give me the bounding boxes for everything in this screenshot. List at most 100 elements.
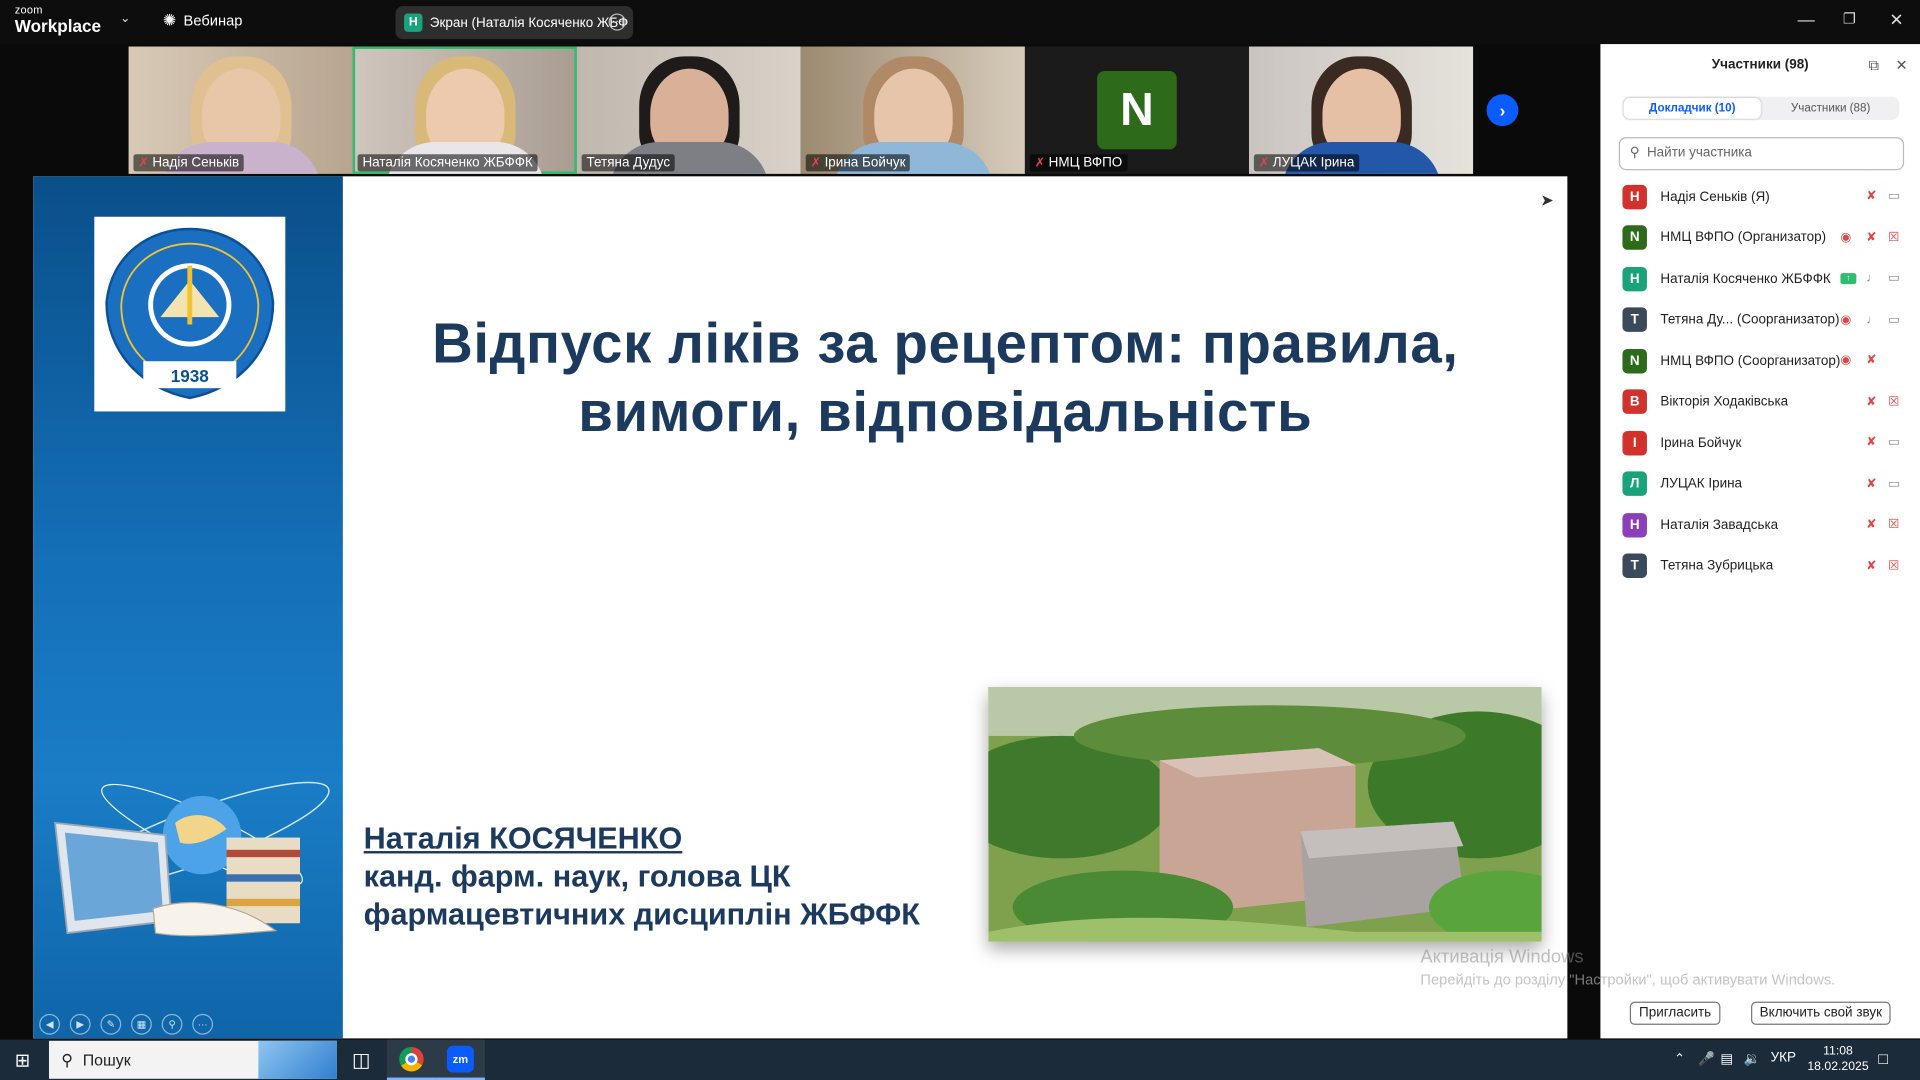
taskbar-search[interactable]: ⚲ Пошук (48, 1040, 337, 1079)
tile-name-tag: Тетяна Дудус (581, 154, 675, 172)
screen-share-tab[interactable]: Н Экран (Наталія Косяченко ЖБФ ··· (395, 6, 634, 40)
webinar-menu[interactable]: ✺ Вебинар (163, 11, 243, 31)
participant-row[interactable]: N НМЦ ВФПО (Соорганизатор) ◉ ✘ (1600, 340, 1920, 381)
participant-row[interactable]: Н Наталія Завадська ✘ ☒ (1600, 504, 1920, 545)
close-panel-icon[interactable]: ✕ (1896, 56, 1908, 73)
next-slide-icon[interactable]: ▶ (69, 1013, 91, 1035)
clock-time: 11:08 (1823, 1044, 1853, 1058)
network-icon[interactable]: ▤ (1720, 1051, 1733, 1067)
zoom-slide-icon[interactable]: ⚲ (161, 1013, 183, 1035)
chevron-right-icon: › (1499, 100, 1506, 121)
mic-icon[interactable]: ♩ (1866, 313, 1878, 326)
mic-muted-icon[interactable]: ✘ (1866, 190, 1876, 203)
tile-name-tag: ✗ Ірина Бойчук (805, 154, 911, 172)
college-building-photo (988, 686, 1542, 942)
focus-mode-icon: ◉ (1840, 313, 1852, 327)
video-icon[interactable]: ▭ (1888, 190, 1900, 203)
chrome-app[interactable] (386, 1039, 436, 1080)
participant-avatar: Н (1622, 266, 1647, 292)
restore-icon[interactable]: ❐ (1843, 10, 1856, 27)
mic-muted-icon[interactable]: ✘ (1866, 231, 1876, 244)
speaker-degree: канд. фарм. наук, голова ЦК (363, 859, 791, 894)
unmute-self-button[interactable]: Включить свой звук (1751, 1001, 1891, 1025)
title-bar: zoom Workplace ⌄ ✺ Вебинар Н Экран (Ната… (0, 0, 1920, 45)
mic-muted-icon: ✗ (1034, 156, 1045, 170)
mic-muted-icon[interactable]: ✘ (1866, 559, 1876, 572)
participant-row[interactable]: Т Тетяна Зубрицька ✘ ☒ (1600, 546, 1920, 587)
video-tile[interactable]: ✗ Надія Сеньків (128, 46, 353, 174)
mic-icon[interactable]: ♩ (1866, 272, 1878, 285)
participant-avatar: N (1622, 225, 1647, 251)
participant-row[interactable]: Н Наталія Косяченко ЖБФФК ↑ ♩ ▭ (1600, 258, 1920, 299)
close-window-icon[interactable]: ✕ (1889, 10, 1903, 31)
minimize-icon[interactable]: — (1798, 10, 1815, 30)
video-icon[interactable]: ▭ (1888, 436, 1900, 449)
video-off-icon[interactable]: ☒ (1888, 559, 1899, 572)
tab-presenters[interactable]: Докладчик (10) (1623, 97, 1761, 119)
participant-name: Вікторія Ходаківська (1660, 394, 1789, 410)
participant-avatar: В (1622, 389, 1647, 415)
search-icon: ⚲ (1629, 145, 1640, 161)
prev-slide-icon[interactable]: ◀ (39, 1013, 61, 1035)
tile-name: ЛУЦАК Ірина (1272, 155, 1355, 171)
system-clock[interactable]: 11:08 18.02.2025 (1807, 1043, 1868, 1075)
education-illustration (54, 781, 330, 937)
chevron-up-icon[interactable]: ⌃ (1674, 1051, 1685, 1067)
video-tile[interactable]: ✗ ЛУЦАК Ірина (1248, 46, 1474, 174)
participant-row[interactable]: N НМЦ ВФПО (Организатор) ◉ ✘ ☒ (1600, 217, 1920, 258)
volume-icon[interactable]: 🔉 (1744, 1051, 1761, 1067)
participant-row[interactable]: В Вікторія Ходаківська ✘ ☒ (1600, 381, 1920, 422)
invite-button[interactable]: Пригласить (1629, 1001, 1721, 1025)
video-icon[interactable]: ▭ (1888, 272, 1900, 285)
video-icon[interactable]: ▭ (1888, 477, 1900, 490)
language-indicator[interactable]: УКР (1771, 1051, 1796, 1066)
mic-muted-icon[interactable]: ✘ (1866, 354, 1876, 367)
participant-avatar: І (1622, 430, 1647, 456)
tab-attendees[interactable]: Участники (88) (1762, 97, 1899, 120)
participant-row[interactable]: Т Тетяна Ду... (Соорганизатор) ◉ ♩ ▭ (1600, 299, 1920, 340)
notifications-icon[interactable]: □ (1878, 1049, 1888, 1067)
zoom-workplace-logo[interactable]: zoom Workplace (15, 4, 101, 34)
mouse-cursor-icon: ➤ (1540, 191, 1554, 210)
participant-avatar: N (1622, 348, 1647, 374)
video-tile-active-speaker[interactable]: Наталія Косяченко ЖБФФК (352, 46, 577, 174)
taskbar-search-label: Пошук (82, 1050, 131, 1069)
zoom-app[interactable]: zm (435, 1039, 485, 1080)
shared-screen-slide: 1938 ◀ ▶ ✎ ▦ ⚲ ··· Відпуск ліків за реце… (33, 176, 1568, 1039)
more-options-icon[interactable]: ··· (608, 13, 626, 31)
participant-row[interactable]: І Ірина Бойчук ✘ ▭ (1600, 422, 1920, 463)
tile-name: НМЦ ВФПО (1048, 155, 1123, 171)
mic-muted-icon[interactable]: ✘ (1866, 395, 1876, 408)
next-page-button[interactable]: › (1486, 94, 1519, 127)
participant-search-input[interactable]: ⚲ Найти участника (1618, 137, 1905, 171)
video-off-icon[interactable]: ☒ (1888, 231, 1899, 244)
mic-muted-icon: ✗ (810, 156, 821, 170)
video-tile[interactable]: ✗ Ірина Бойчук (800, 46, 1025, 174)
participant-row[interactable]: Н Надія Сеньків (Я) ✘ ▭ (1600, 176, 1920, 217)
microphone-icon[interactable]: 🎤 (1698, 1051, 1715, 1067)
participant-name: ЛУЦАК Ірина (1660, 476, 1743, 492)
video-off-icon[interactable]: ☒ (1888, 518, 1899, 531)
pop-out-icon[interactable]: ⧉ (1869, 56, 1880, 74)
video-tile[interactable]: N ✗ НМЦ ВФПО (1024, 46, 1249, 174)
video-off-icon[interactable]: ☒ (1888, 395, 1899, 408)
windows-start-icon[interactable]: ⊞ (15, 1049, 30, 1072)
participant-name: НМЦ ВФПО (Соорганизатор) (1660, 353, 1841, 369)
participant-name: Наталія Завадська (1660, 517, 1779, 533)
mic-muted-icon[interactable]: ✘ (1866, 477, 1876, 490)
video-tile[interactable]: Тетяна Дудус (576, 46, 801, 174)
mic-muted-icon[interactable]: ✘ (1866, 518, 1876, 531)
task-view-icon[interactable]: ◫ (337, 1040, 386, 1080)
more-slide-icon[interactable]: ··· (192, 1013, 214, 1035)
participant-avatar: N (1097, 71, 1177, 150)
slide-title: Відпуск ліків за рецептом: правила, вимо… (364, 309, 1527, 446)
speaker-info: Наталія КОСЯЧЕНКО канд. фарм. наук, голо… (364, 820, 920, 934)
video-icon[interactable]: ▭ (1888, 313, 1900, 326)
chevron-down-icon[interactable]: ⌄ (120, 12, 130, 25)
pen-icon[interactable]: ✎ (100, 1013, 122, 1035)
slides-grid-icon[interactable]: ▦ (131, 1013, 152, 1035)
mic-muted-icon[interactable]: ✘ (1866, 436, 1876, 449)
speaker-department: фармацевтичних дисциплін ЖБФФК (363, 897, 920, 932)
tile-name-tag: ✗ НМЦ ВФПО (1029, 154, 1128, 172)
participant-row[interactable]: Л ЛУЦАК Ірина ✘ ▭ (1600, 463, 1920, 504)
